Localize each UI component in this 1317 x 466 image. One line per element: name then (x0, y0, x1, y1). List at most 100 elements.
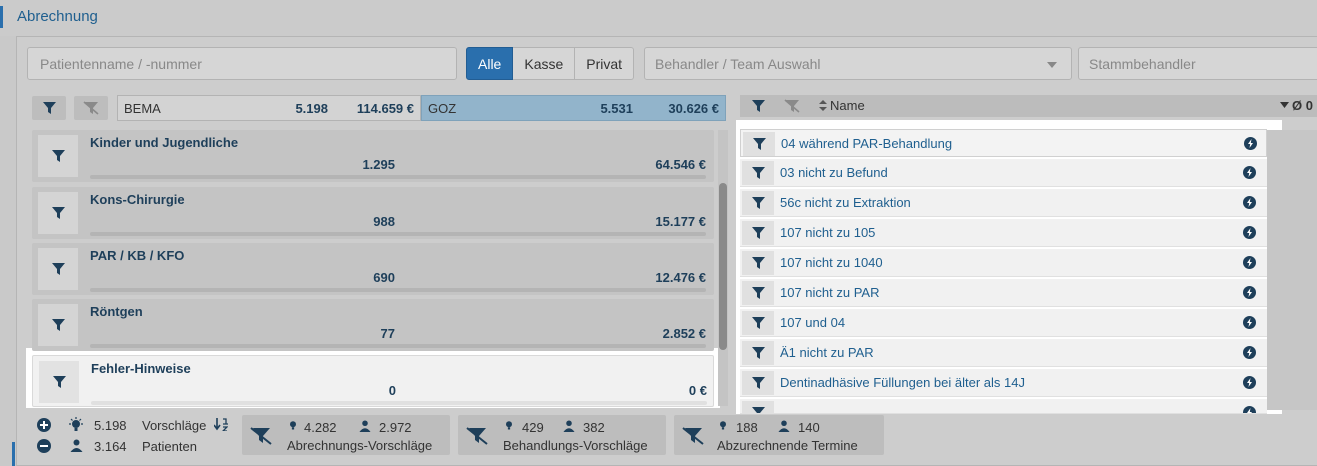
hint-row[interactable]: 107 nicht zu PAR (740, 279, 1267, 307)
bolt-icon[interactable] (1244, 137, 1257, 150)
category-item[interactable]: PAR / KB / KFO 690 12.476 € (32, 243, 714, 295)
category-name: Kinder und Jugendliche (90, 135, 239, 150)
hint-row-filter-button[interactable] (742, 371, 774, 395)
category-amount: 15.177 € (655, 214, 706, 229)
category-item[interactable]: Kons-Chirurgie 988 15.177 € (32, 187, 714, 239)
bolt-icon[interactable] (1243, 346, 1256, 359)
bolt-icon[interactable] (1243, 406, 1256, 414)
filter-off-icon (83, 101, 99, 115)
segment-kasse[interactable]: Kasse (513, 47, 576, 80)
filter-icon (751, 167, 765, 179)
behandler-select[interactable]: Behandler / Team Auswahl (644, 47, 1072, 80)
filter-icon (751, 407, 765, 413)
summary-goz-count: 5.531 (600, 100, 633, 116)
summary-bema[interactable]: BEMA 5.198 114.659 € (117, 95, 421, 121)
person-icon (70, 439, 83, 452)
filter-off-icon (250, 427, 272, 445)
category-count: 690 (373, 270, 395, 285)
filter-icon (751, 257, 765, 269)
filter-icon (51, 319, 65, 331)
hint-row-filter-button[interactable] (742, 161, 774, 185)
filter-icon (751, 287, 765, 299)
lightbulb-icon (290, 421, 296, 430)
category-item[interactable]: Kinder und Jugendliche 1.295 64.546 € (32, 130, 714, 182)
category-count: 0 (388, 383, 396, 398)
category-filter-button[interactable] (39, 361, 79, 403)
bolt-icon[interactable] (1243, 376, 1256, 389)
category-filter-button[interactable] (38, 304, 78, 346)
hint-row[interactable]: 56c nicht zu Extraktion (740, 189, 1267, 217)
plus-icon (40, 421, 48, 429)
category-name: Fehler-Hinweise (91, 361, 191, 376)
bolt-icon[interactable] (1243, 196, 1256, 209)
category-filter-button[interactable] (38, 248, 78, 290)
hint-row[interactable]: 04 während PAR-Behandlung (740, 129, 1267, 157)
clear-filter-button[interactable] (74, 96, 108, 120)
hint-row[interactable]: Ä1 nicht zu PAR (740, 339, 1267, 367)
stat-card-title: Abrechnungs-Vorschläge (287, 438, 433, 453)
category-scrollbar-thumb[interactable] (719, 183, 727, 350)
filter-button[interactable] (32, 96, 66, 120)
hint-filter-button[interactable] (741, 95, 775, 117)
summary-goz[interactable]: GOZ 5.531 30.626 € (421, 95, 726, 121)
filter-off-icon (784, 99, 800, 113)
person-icon (778, 420, 790, 432)
segment-alle[interactable]: Alle (466, 47, 514, 80)
hint-row-filter-button[interactable] (742, 311, 774, 335)
stat-card-abrechnungs-vorschlaege[interactable]: 4.282 2.972 Abrechnungs-Vorschläge (242, 415, 450, 455)
hint-row-filter-button[interactable] (742, 281, 774, 305)
hint-row[interactable]: 03 nicht zu Befund (740, 159, 1267, 187)
hint-label: Ä1 nicht zu PAR (780, 345, 874, 360)
insurance-segmented-control: Alle Kasse Privat (466, 47, 635, 80)
category-amount: 2.852 € (662, 326, 706, 341)
person-icon (563, 420, 575, 432)
filter-off-icon (466, 427, 488, 445)
filter-icon (751, 100, 765, 112)
stat-card-behandlungs-vorschlaege[interactable]: 429 382 Behandlungs-Vorschläge (458, 415, 666, 455)
sort-icon[interactable] (819, 100, 827, 111)
hint-clear-filter-button[interactable] (775, 95, 809, 117)
hint-row[interactable]: 107 nicht zu 105 (740, 219, 1267, 247)
lightbulb-icon (506, 421, 512, 430)
summary-bema-count: 5.198 (295, 100, 328, 116)
filter-icon (52, 376, 66, 388)
column-header-name[interactable]: Name (830, 98, 865, 113)
stat-person-count: 382 (583, 420, 605, 435)
stat-idea-count: 429 (522, 420, 544, 435)
category-progress-bar (90, 232, 706, 236)
patient-search-input[interactable]: Patientenname / -nummer (27, 47, 457, 80)
lightbulb-icon (720, 421, 726, 430)
bolt-icon[interactable] (1243, 226, 1256, 239)
bolt-icon[interactable] (1243, 166, 1256, 179)
column-header-avg[interactable]: Ø 0 (1292, 98, 1313, 113)
hint-row[interactable]: 107 nicht zu 1040 (740, 249, 1267, 277)
bolt-icon[interactable] (1243, 286, 1256, 299)
stat-card-abzurechnende-termine[interactable]: 188 140 Abzurechnende Termine (674, 415, 884, 455)
hint-label: Dentinadhäsive Füllungen bei älter als 1… (780, 375, 1025, 390)
summary-bema-label: BEMA (124, 100, 161, 116)
hint-row-filter-button[interactable] (742, 221, 774, 245)
hint-row-partial[interactable] (740, 399, 1267, 414)
category-filter-button[interactable] (38, 135, 78, 177)
hint-row-filter-button[interactable] (742, 191, 774, 215)
title-accent (0, 6, 3, 28)
bolt-icon[interactable] (1243, 256, 1256, 269)
hint-row[interactable]: Dentinadhäsive Füllungen bei älter als 1… (740, 369, 1267, 397)
category-item[interactable]: Röntgen 77 2.852 € (32, 299, 714, 351)
expand-button[interactable] (37, 418, 51, 432)
category-amount: 0 € (688, 383, 707, 398)
hint-row[interactable]: 107 und 04 (740, 309, 1267, 337)
filter-icon (751, 197, 765, 209)
stammbehandler-select[interactable]: Stammbehandler (1078, 47, 1317, 80)
category-filter-button[interactable] (38, 192, 78, 234)
collapse-button[interactable] (37, 439, 51, 453)
hint-row-filter-button[interactable] (742, 341, 774, 365)
bolt-icon[interactable] (1243, 316, 1256, 329)
hint-row-filter-button[interactable] (743, 132, 775, 156)
sort-amount-icon[interactable] (214, 418, 228, 431)
sort-desc-icon[interactable] (1280, 102, 1289, 108)
hint-row-filter-button[interactable] (742, 251, 774, 275)
segment-privat[interactable]: Privat (575, 47, 635, 80)
hint-row-filter-button[interactable] (742, 401, 774, 413)
category-item-fehler-hinweise[interactable]: Fehler-Hinweise 0 0 € (32, 355, 714, 407)
